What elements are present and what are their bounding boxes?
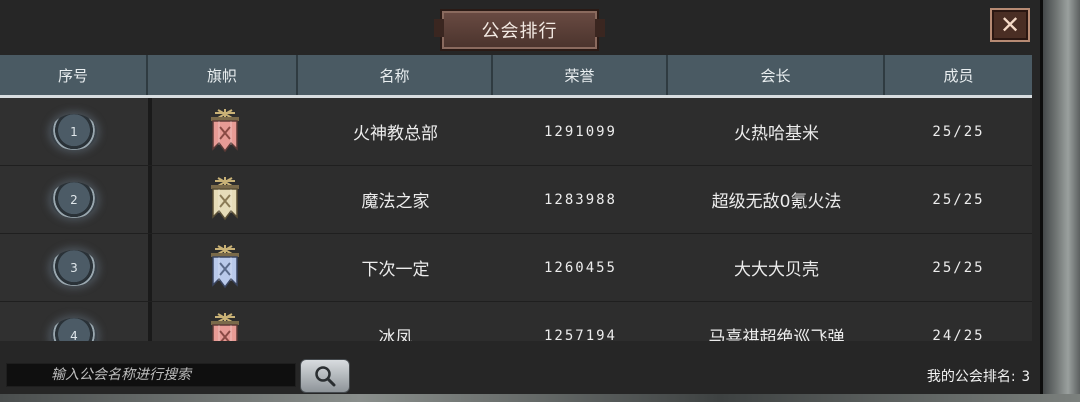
guild-honor: 1257194 bbox=[543, 327, 617, 342]
table-row[interactable]: 2 魔法之家 1283988 超级无敌0氪火法 25/25 bbox=[0, 166, 1032, 234]
table-row[interactable]: 3 下次一定 1260455 大大大贝壳 25/25 bbox=[0, 234, 1032, 302]
guild-leader: 大大大贝壳 bbox=[734, 260, 819, 280]
guild-members: 25/25 bbox=[932, 123, 985, 140]
rank-badge: 4 bbox=[51, 317, 97, 341]
close-button[interactable]: ✕ bbox=[990, 8, 1030, 42]
guild-banner-icon bbox=[211, 108, 239, 152]
background-scenery bbox=[1040, 0, 1080, 402]
header-rank: 序号 bbox=[0, 55, 148, 95]
guild-name: 冰凤 bbox=[378, 328, 413, 341]
guild-leader: 火热哈基米 bbox=[734, 124, 819, 144]
close-icon: ✕ bbox=[999, 11, 1021, 39]
rank-badge: 2 bbox=[51, 181, 97, 218]
guild-name: 火神教总部 bbox=[353, 124, 438, 144]
rank-badge: 1 bbox=[51, 113, 97, 150]
my-rank-value: 3 bbox=[1021, 369, 1030, 385]
guild-list[interactable]: 1 火神教总部 1291099 火热哈基米 25/25 2 魔法之家 12839… bbox=[0, 98, 1032, 341]
guild-banner-icon bbox=[211, 312, 239, 341]
window-title: 公会排行 bbox=[434, 9, 605, 51]
guild-banner-icon bbox=[211, 176, 239, 220]
header-leader: 会长 bbox=[668, 55, 885, 95]
header-flag: 旗帜 bbox=[148, 55, 298, 95]
header-name: 名称 bbox=[298, 55, 493, 95]
guild-honor: 1260455 bbox=[543, 259, 617, 276]
guild-members: 24/25 bbox=[932, 327, 985, 342]
guild-leader: 超级无敌0氪火法 bbox=[711, 192, 842, 212]
guild-members: 25/25 bbox=[932, 259, 985, 276]
header-members: 成员 bbox=[943, 66, 974, 85]
my-rank-label: 我的公会排名: bbox=[926, 369, 1016, 385]
search-icon bbox=[315, 366, 336, 387]
guild-leader: 马喜祺超绝巡飞弹 bbox=[708, 328, 845, 341]
guild-banner-icon bbox=[211, 244, 239, 288]
table-row[interactable]: 4 冰凤 1257194 马喜祺超绝巡飞弹 24/25 bbox=[0, 302, 1032, 341]
guild-honor: 1283988 bbox=[543, 191, 617, 208]
rank-badge: 3 bbox=[51, 249, 97, 286]
table-row[interactable]: 1 火神教总部 1291099 火热哈基米 25/25 bbox=[0, 98, 1032, 166]
my-guild-rank: 我的公会排名: 3 bbox=[927, 366, 1030, 386]
guild-name: 魔法之家 bbox=[361, 192, 430, 212]
table-header: 序号 旗帜 名称 荣誉 会长 成员 bbox=[0, 55, 1032, 98]
guild-ranking-panel: 公会排行 ✕ 序号 旗帜 名称 荣誉 会长 成员 1 火神教总部 1291099… bbox=[0, 0, 1043, 394]
guild-search-input[interactable] bbox=[6, 363, 296, 387]
header-honor: 荣誉 bbox=[493, 55, 668, 95]
guild-members: 25/25 bbox=[932, 191, 985, 208]
footer-bar: 我的公会排名: 3 bbox=[0, 356, 1040, 394]
search-button[interactable] bbox=[300, 359, 350, 393]
guild-honor: 1291099 bbox=[543, 123, 617, 140]
guild-name: 下次一定 bbox=[361, 260, 430, 280]
background-strip bbox=[0, 394, 1080, 402]
